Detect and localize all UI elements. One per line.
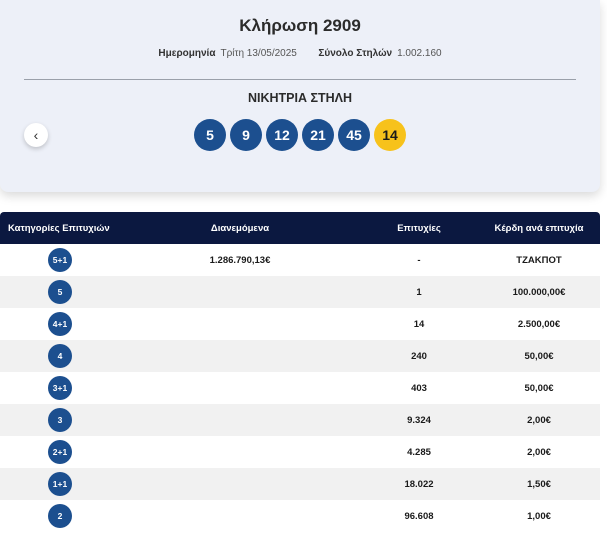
columns-label: Σύνολο Στηλών xyxy=(318,48,393,59)
table-row: 1+1 18.022 1,50€ xyxy=(0,468,600,500)
date-value: Τρίτη 13/05/2025 xyxy=(220,48,297,59)
table-row: 3+1 403 50,00€ xyxy=(0,372,600,404)
prize-cell: 100.000,00€ xyxy=(512,286,566,298)
category-badge: 2+1 xyxy=(48,440,72,464)
category-badge: 2 xyxy=(48,504,72,528)
table-body: 5+1 1.286.790,13€ - ΤΖΑΚΠΟΤ 5 1 100.000,00€ 4+1… xyxy=(0,244,600,532)
columns-value: 1.002.160 xyxy=(397,48,442,59)
table-row: 5+1 1.286.790,13€ - ΤΖΑΚΠΟΤ xyxy=(0,244,600,276)
prize-cell: 2,00€ xyxy=(527,446,551,458)
prize-cell: 50,00€ xyxy=(524,382,554,394)
category-badge: 5 xyxy=(48,280,72,304)
category-cell: 5+1 xyxy=(0,248,120,272)
category-cell: 3+1 xyxy=(0,376,120,400)
previous-draw-button[interactable]: ‹ xyxy=(24,123,48,147)
category-badge: 3+1 xyxy=(48,376,72,400)
winners-cell: 96.608 xyxy=(404,510,434,522)
category-cell: 3 xyxy=(0,408,120,432)
table-row: 2+1 4.285 2,00€ xyxy=(0,436,600,468)
winners-cell: 240 xyxy=(411,350,427,362)
winning-column-title: ΝΙΚΗΤΡΙΑ ΣΤΗΛΗ xyxy=(247,91,353,105)
category-cell: 2+1 xyxy=(0,440,120,464)
chevron-left-icon: ‹ xyxy=(33,127,39,143)
winners-cell: 14 xyxy=(413,318,425,330)
date-label: Ημερομηνία xyxy=(158,48,216,59)
table-row: 4+1 14 2.500,00€ xyxy=(0,308,600,340)
prize-cell: 1,50€ xyxy=(527,478,551,490)
winners-cell: 1 xyxy=(416,286,422,298)
table-row: 3 9.324 2,00€ xyxy=(0,404,600,436)
winning-number-ball: 5 xyxy=(194,119,226,151)
winning-number-ball: 45 xyxy=(338,119,370,151)
winners-cell: - xyxy=(417,254,421,266)
winning-number-ball: 12 xyxy=(266,119,298,151)
category-cell: 1+1 xyxy=(0,472,120,496)
prize-cell: 2,00€ xyxy=(527,414,551,426)
draw-title: Κλήρωση 2909 xyxy=(239,16,361,35)
winners-cell: 403 xyxy=(411,382,427,394)
category-cell: 4 xyxy=(0,344,120,368)
header-distributed: Διανεμόμενα xyxy=(210,222,270,234)
header-prize: Κέρδη ανά επιτυχία xyxy=(494,222,584,234)
table-header: Κατηγορίες Επιτυχιών Διανεμόμενα Επιτυχί… xyxy=(0,212,600,244)
prize-table: Κατηγορίες Επιτυχιών Διανεμόμενα Επιτυχί… xyxy=(0,212,600,532)
category-cell: 2 xyxy=(0,504,120,528)
distributed-cell: 1.286.790,13€ xyxy=(209,254,271,266)
table-row: 4 240 50,00€ xyxy=(0,340,600,372)
draw-meta: Ημερομηνία Τρίτη 13/05/2025 Σύνολο Στηλών… xyxy=(0,48,600,59)
category-badge: 1+1 xyxy=(48,472,72,496)
winners-cell: 9.324 xyxy=(407,414,431,426)
table-row: 2 96.608 1,00€ xyxy=(0,500,600,532)
table-row: 5 1 100.000,00€ xyxy=(0,276,600,308)
category-badge: 5+1 xyxy=(48,248,72,272)
prize-cell: 2.500,00€ xyxy=(517,318,561,330)
winners-cell: 4.285 xyxy=(407,446,431,458)
winning-numbers: 5 9 12 21 45 14 xyxy=(194,119,406,151)
prize-cell: 1,00€ xyxy=(527,510,551,522)
draw-card: Κλήρωση 2909 Ημερομηνία Τρίτη 13/05/2025 … xyxy=(0,0,600,192)
header-categories: Κατηγορίες Επιτυχιών xyxy=(8,222,110,234)
category-badge: 3 xyxy=(48,408,72,432)
winning-number-ball: 21 xyxy=(302,119,334,151)
winners-cell: 18.022 xyxy=(404,478,434,490)
divider xyxy=(24,79,576,80)
prize-cell: ΤΖΑΚΠΟΤ xyxy=(516,254,562,266)
category-cell: 4+1 xyxy=(0,312,120,336)
winning-number-ball: 9 xyxy=(230,119,262,151)
category-cell: 5 xyxy=(0,280,120,304)
category-badge: 4+1 xyxy=(48,312,72,336)
prize-cell: 50,00€ xyxy=(524,350,554,362)
category-badge: 4 xyxy=(48,344,72,368)
bonus-number-ball: 14 xyxy=(374,119,406,151)
header-winners: Επιτυχίες xyxy=(397,222,441,234)
